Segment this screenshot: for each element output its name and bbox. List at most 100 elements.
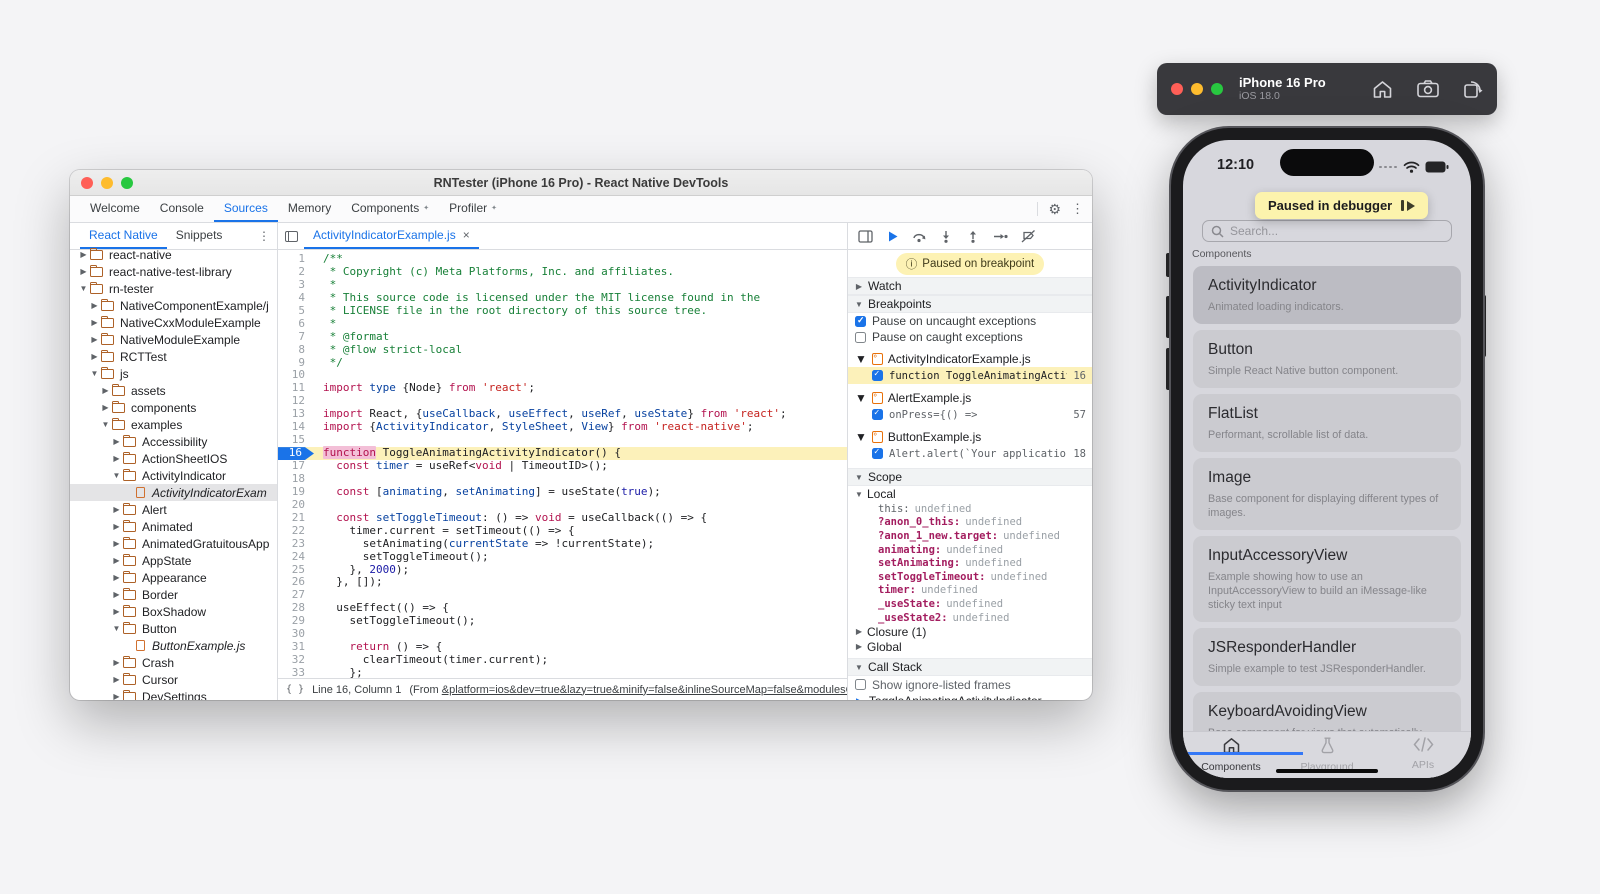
tab-profiler[interactable]: Profiler✦ — [439, 196, 507, 222]
tree-item-buttonexample-js[interactable]: ButtonExample.js — [70, 637, 277, 654]
code-line-11[interactable]: 11import type {Node} from 'react'; — [278, 382, 847, 395]
tree-item-boxshadow[interactable]: ▶BoxShadow — [70, 603, 277, 620]
checkbox-icon[interactable] — [855, 332, 866, 343]
tree-collapse-arrow-icon[interactable]: ▶ — [111, 505, 122, 514]
close-window-button[interactable] — [1171, 83, 1183, 95]
settings-gear-icon[interactable]: ⚙ — [1048, 201, 1061, 218]
tree-expanded-arrow-icon[interactable]: ▼ — [78, 284, 89, 293]
breakpoint-file-row[interactable]: ▼ButtonExample.js — [848, 428, 1092, 445]
tree-collapse-arrow-icon[interactable]: ▶ — [111, 522, 122, 531]
tree-item-activityindicatorexam[interactable]: ActivityIndicatorExam — [70, 484, 277, 501]
line-number[interactable]: 3 — [278, 279, 314, 292]
line-number[interactable]: 17 — [278, 460, 314, 473]
phone-tab-apis[interactable]: APIs — [1375, 732, 1471, 778]
code-line-8[interactable]: 8 * @flow strict-local — [278, 344, 847, 357]
code-line-17[interactable]: 17 const timer = useRef<void | TimeoutID… — [278, 460, 847, 473]
tab-components[interactable]: Components✦ — [341, 196, 439, 222]
tree-collapse-arrow-icon[interactable]: ▶ — [89, 352, 100, 361]
tree-item-actionsheetios[interactable]: ▶ActionSheetIOS — [70, 450, 277, 467]
tab-memory[interactable]: Memory — [278, 196, 341, 222]
component-card-button[interactable]: ButtonSimple React Native button compone… — [1193, 330, 1461, 388]
tree-collapse-arrow-icon[interactable]: ▶ — [78, 267, 89, 276]
show-ignore-listed-row[interactable]: Show ignore-listed frames — [848, 676, 1092, 693]
breakpoint-file-row[interactable]: ▼AlertExample.js — [848, 389, 1092, 406]
tree-item-devsettings[interactable]: ▶DevSettings — [70, 688, 277, 700]
tree-item-react-native-test-library[interactable]: ▶react-native-test-library — [70, 263, 277, 280]
home-icon[interactable] — [1372, 80, 1393, 99]
line-number[interactable]: 15 — [278, 434, 314, 447]
simulator-toolbar[interactable]: iPhone 16 Pro iOS 18.0 — [1157, 63, 1497, 115]
zoom-window-button[interactable] — [1211, 83, 1223, 95]
line-number[interactable]: 21 — [278, 512, 314, 525]
tab-sources[interactable]: Sources — [214, 196, 278, 222]
component-card-jsresponderhandler[interactable]: JSResponderHandlerSimple example to test… — [1193, 628, 1461, 686]
code-line-29[interactable]: 29 setToggleTimeout(); — [278, 615, 847, 628]
code-lines[interactable]: 1/**2 * Copyright (c) Meta Platforms, In… — [278, 250, 847, 678]
breakpoint-entry[interactable]: Alert.alert(`Your application…18 — [848, 445, 1092, 462]
tree-item-nativecxxmoduleexample[interactable]: ▶NativeCxxModuleExample — [70, 314, 277, 331]
tree-item-border[interactable]: ▶Border — [70, 586, 277, 603]
sidebar-more-tabs-icon[interactable]: ⋮ — [258, 229, 270, 243]
step-over-icon[interactable] — [912, 230, 926, 243]
tree-collapse-arrow-icon[interactable]: ▶ — [111, 607, 122, 616]
tree-collapse-arrow-icon[interactable]: ▶ — [89, 301, 100, 310]
file-tab-activityindicatorexample[interactable]: ActivityIndicatorExample.js × — [304, 223, 479, 249]
scope-global[interactable]: ▶Global — [848, 639, 1092, 654]
step-out-icon[interactable] — [966, 230, 980, 243]
line-number[interactable]: 16 — [278, 447, 314, 460]
line-number[interactable]: 2 — [278, 266, 314, 279]
section-breakpoints[interactable]: ▼Breakpoints — [848, 295, 1092, 313]
section-call-stack[interactable]: ▼Call Stack — [848, 658, 1092, 676]
breakpoint-entry[interactable]: function ToggleAnimatingActiv…16 — [848, 367, 1092, 384]
code-line-5[interactable]: 5 * LICENSE file in the root directory o… — [278, 305, 847, 318]
section-scope[interactable]: ▼Scope — [848, 468, 1092, 486]
tree-collapse-arrow-icon[interactable]: ▶ — [111, 437, 122, 446]
tab-welcome[interactable]: Welcome — [80, 196, 150, 222]
tree-item-alert[interactable]: ▶Alert — [70, 501, 277, 518]
rotate-icon[interactable] — [1463, 80, 1483, 99]
code-line-2[interactable]: 2 * Copyright (c) Meta Platforms, Inc. a… — [278, 266, 847, 279]
tree-item-animated[interactable]: ▶Animated — [70, 518, 277, 535]
component-card-activityindicator[interactable]: ActivityIndicatorAnimated loading indica… — [1193, 266, 1461, 324]
line-number[interactable]: 22 — [278, 525, 314, 538]
tree-item-rn-tester[interactable]: ▼rn-tester — [70, 280, 277, 297]
resume-script-icon[interactable] — [886, 230, 899, 243]
tree-collapse-arrow-icon[interactable]: ▶ — [111, 573, 122, 582]
home-indicator[interactable] — [1276, 769, 1378, 774]
tree-collapse-arrow-icon[interactable]: ▶ — [111, 454, 122, 463]
line-number[interactable]: 8 — [278, 344, 314, 357]
step-into-icon[interactable] — [939, 230, 953, 243]
tree-collapse-arrow-icon[interactable]: ▶ — [111, 658, 122, 667]
tree-item-nativecomponentexample-j[interactable]: ▶NativeComponentExample/j — [70, 297, 277, 314]
component-card-flatlist[interactable]: FlatListPerformant, scrollable list of d… — [1193, 394, 1461, 452]
hide-navigator-button[interactable] — [278, 223, 304, 249]
tree-collapse-arrow-icon[interactable]: ▶ — [111, 539, 122, 548]
line-number[interactable]: 6 — [278, 318, 314, 331]
navigator-tab-snippets[interactable]: Snippets — [167, 223, 232, 249]
tree-item-appstate[interactable]: ▶AppState — [70, 552, 277, 569]
screenshot-icon[interactable] — [1417, 80, 1439, 98]
search-input[interactable]: Search... — [1202, 220, 1452, 242]
deactivate-breakpoints-icon[interactable] — [1021, 230, 1036, 243]
line-number[interactable]: 4 — [278, 292, 314, 305]
line-number[interactable]: 19 — [278, 486, 314, 499]
tree-item-rcttest[interactable]: ▶RCTTest — [70, 348, 277, 365]
zoom-window-button[interactable] — [121, 177, 133, 189]
more-options-icon[interactable]: ⋮ — [1071, 201, 1084, 217]
checkbox-icon[interactable] — [855, 679, 866, 690]
tree-collapse-arrow-icon[interactable]: ▶ — [111, 692, 122, 700]
source-url-link[interactable]: &platform=ios&dev=true&lazy=true&minify=… — [442, 684, 847, 696]
code-line-14[interactable]: 14import {ActivityIndicator, StyleSheet,… — [278, 421, 847, 434]
tree-expanded-arrow-icon[interactable]: ▼ — [111, 471, 122, 480]
tree-collapse-arrow-icon[interactable]: ▶ — [89, 335, 100, 344]
tree-item-cursor[interactable]: ▶Cursor — [70, 671, 277, 688]
line-number[interactable]: 23 — [278, 538, 314, 551]
tree-item-components[interactable]: ▶components — [70, 399, 277, 416]
navigator-tab-react-native[interactable]: React Native — [80, 223, 167, 249]
tree-collapse-arrow-icon[interactable]: ▶ — [111, 556, 122, 565]
line-number[interactable]: 20 — [278, 499, 314, 512]
tree-collapse-arrow-icon[interactable]: ▶ — [111, 590, 122, 599]
tree-item-button[interactable]: ▼Button — [70, 620, 277, 637]
pretty-print-icon[interactable]: { } — [286, 684, 304, 695]
line-number[interactable]: 33 — [278, 667, 314, 678]
